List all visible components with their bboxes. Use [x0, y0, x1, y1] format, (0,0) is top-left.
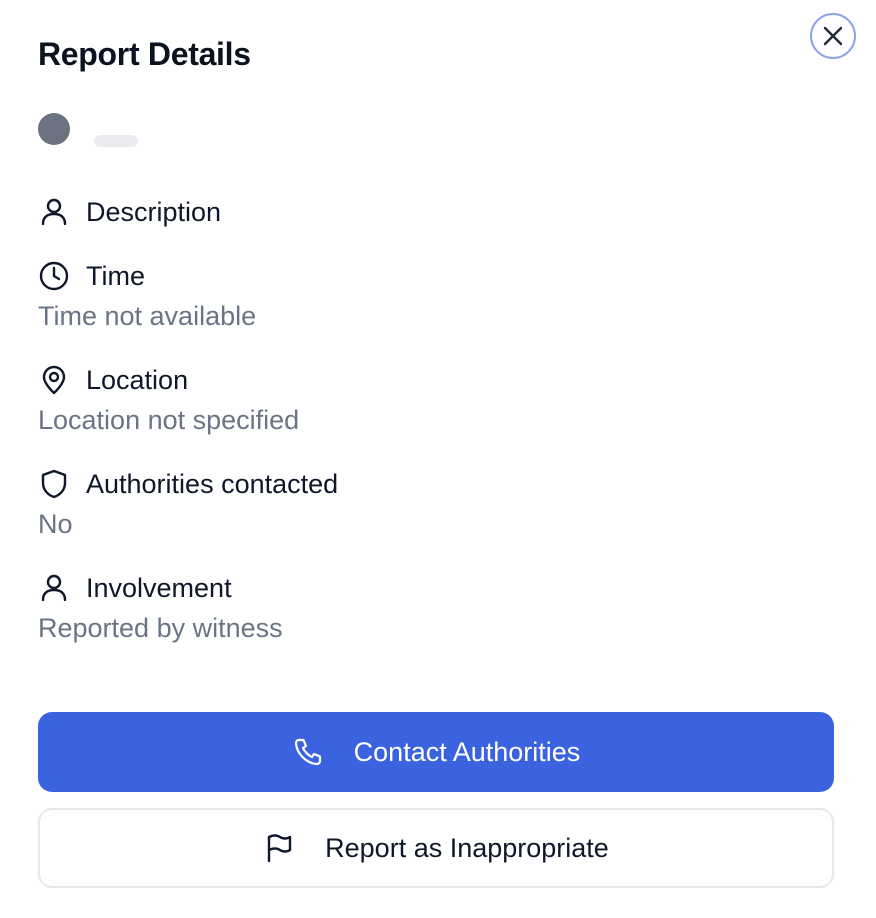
- dialog-title: Report Details: [38, 36, 251, 72]
- detail-label: Location: [86, 365, 189, 395]
- map-pin-icon: [38, 364, 70, 396]
- flag-icon: [263, 832, 295, 864]
- detail-label: Authorities contacted: [86, 469, 339, 499]
- close-button[interactable]: [810, 13, 856, 59]
- detail-value: Time not available: [38, 301, 257, 331]
- avatar: [38, 113, 70, 145]
- detail-location: Location Location not specified: [38, 362, 299, 438]
- detail-value: No: [38, 509, 73, 539]
- contact-authorities-label: Contact Authorities: [353, 736, 581, 767]
- report-inappropriate-button[interactable]: Report as Inappropriate: [38, 808, 834, 888]
- user-icon: [38, 572, 70, 604]
- detail-involvement: Involvement Reported by witness: [38, 570, 283, 646]
- detail-label: Involvement: [86, 573, 232, 603]
- phone-icon: [292, 736, 324, 768]
- detail-description: Description: [38, 194, 221, 230]
- detail-label: Description: [86, 197, 222, 227]
- detail-value: Location not specified: [38, 405, 300, 435]
- detail-time: Time Time not available: [38, 258, 256, 334]
- user-icon: [38, 196, 70, 228]
- detail-authorities-contacted: Authorities contacted No: [38, 466, 338, 542]
- detail-value: Reported by witness: [38, 613, 283, 643]
- detail-label: Time: [86, 261, 145, 291]
- report-inappropriate-label: Report as Inappropriate: [325, 832, 609, 863]
- contact-authorities-button[interactable]: Contact Authorities: [38, 712, 834, 792]
- close-icon: [822, 25, 844, 47]
- clock-icon: [38, 260, 70, 292]
- shield-icon: [38, 468, 70, 500]
- reporter-name: [94, 135, 138, 147]
- report-details-dialog: Report Details Description Time Time not…: [0, 0, 876, 918]
